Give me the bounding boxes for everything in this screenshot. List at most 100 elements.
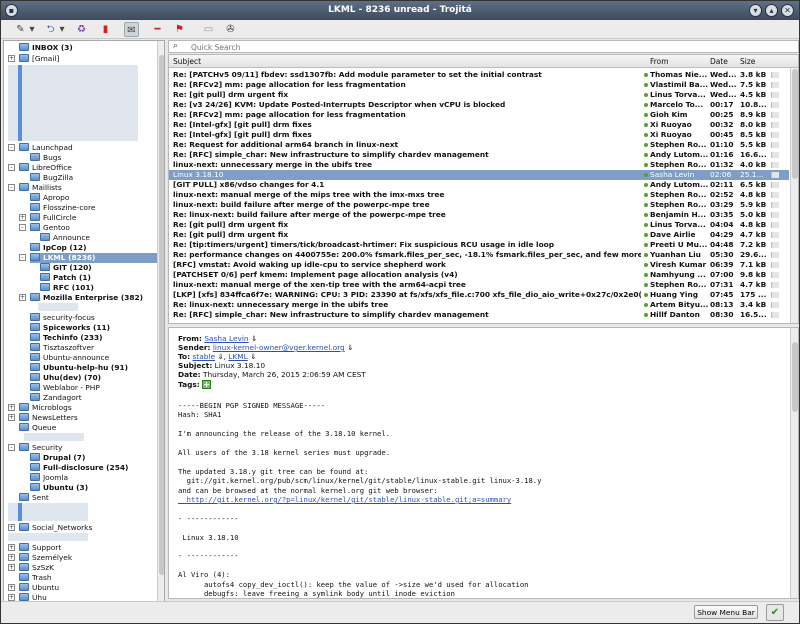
preview-scrollbar[interactable]: [790, 328, 798, 598]
trash-icon[interactable]: ♻: [74, 22, 89, 37]
expand-toggle[interactable]: +: [8, 584, 15, 591]
scrollbar-thumb[interactable]: [159, 55, 164, 575]
folder-item[interactable]: Weblabor - PHP: [30, 383, 157, 393]
folder-item[interactable]: Flosszine-core: [30, 203, 157, 213]
column-size[interactable]: Size: [740, 57, 755, 66]
expand-toggle[interactable]: +: [8, 564, 15, 571]
folder-item[interactable]: Queue: [19, 423, 157, 433]
message-row[interactable]: [RFC] vmstat: Avoid waking up idle-cpu t…: [169, 260, 789, 270]
expand-toggle[interactable]: +: [8, 55, 15, 62]
message-row[interactable]: Re: linux-next: unnecessary merge in the…: [169, 300, 789, 310]
folder-item[interactable]: Maillists: [19, 183, 157, 193]
flag-column-icon[interactable]: [771, 262, 779, 268]
folder-item[interactable]: Launchpad: [19, 143, 157, 153]
folder-item[interactable]: Tisztaszoftver: [30, 343, 157, 353]
flag-column-icon[interactable]: [771, 92, 779, 98]
folder-item[interactable]: [Gmail]: [19, 54, 157, 64]
flag-column-icon[interactable]: [771, 192, 779, 198]
folder-item[interactable]: Gentoo: [30, 223, 157, 233]
body-link[interactable]: http://git.kernel.org/?p=linux/kernel/gi…: [178, 495, 512, 504]
folder-item[interactable]: NewsLetters: [19, 413, 157, 423]
delete-icon[interactable]: ▮: [98, 22, 113, 37]
folder-item[interactable]: Trash: [19, 573, 157, 583]
message-row[interactable]: [GIT PULL] x86/vdso changes for 4.1 Andy …: [169, 180, 789, 190]
folder-item[interactable]: Techinfo (233): [30, 333, 157, 343]
message-row[interactable]: Re: [git pull] drm urgent fix Linus Torva…: [169, 90, 789, 100]
folder-item[interactable]: Ubuntu (3): [30, 483, 157, 493]
folder-item[interactable]: SzSzK: [19, 563, 157, 573]
message-row[interactable]: [PATCHSET 0/6] perf kmem: Implement page…: [169, 270, 789, 280]
column-subject[interactable]: Subject: [173, 57, 201, 66]
flag-column-icon[interactable]: [771, 102, 779, 108]
folder-item[interactable]: Ubuntu-announce: [30, 353, 157, 363]
expand-toggle[interactable]: -: [19, 224, 26, 231]
message-row[interactable]: linux-next: build failure after merge of…: [169, 200, 789, 210]
message-row[interactable]: Re: performance changes on 4400755e: 200…: [169, 250, 789, 260]
flag-column-icon[interactable]: [771, 182, 779, 188]
expand-toggle[interactable]: -: [19, 254, 26, 261]
message-row[interactable]: Re: [RFCv2] mm: page allocation for less…: [169, 80, 789, 90]
from-link[interactable]: Sasha Levin: [204, 334, 248, 343]
message-row[interactable]: linux-next: manual merge of the mips tre…: [169, 190, 789, 200]
flag-column-icon[interactable]: [771, 282, 779, 288]
expand-toggle[interactable]: +: [19, 214, 26, 221]
folder-item[interactable]: GIT (120): [40, 263, 157, 273]
show-menu-bar-button[interactable]: Show Menu Bar: [694, 605, 758, 619]
message-row[interactable]: Re: [git pull] drm urgent fix Linus Torva…: [169, 220, 789, 230]
folder-item[interactable]: Joomla: [30, 473, 157, 483]
sender-link[interactable]: linux-kernel-owner@vger.kernel.org: [213, 343, 345, 352]
message-row[interactable]: [LKP] [xfs] 834ffca6f7e: WARNING: CPU: 3…: [169, 290, 789, 300]
expand-toggle[interactable]: +: [8, 414, 15, 421]
flag-column-icon[interactable]: [771, 212, 779, 218]
folder-item[interactable]: Zandagort: [30, 393, 157, 403]
folder-item[interactable]: Személyek: [19, 553, 157, 563]
folder-item[interactable]: Apropo: [30, 193, 157, 203]
expand-toggle[interactable]: +: [8, 404, 15, 411]
flag-column-icon[interactable]: [771, 292, 779, 298]
scrollbar-thumb[interactable]: [792, 69, 798, 179]
network-status-icon[interactable]: ✔: [766, 604, 784, 621]
expand-toggle[interactable]: -: [8, 184, 15, 191]
message-row[interactable]: Re: [tip:timers/urgent] timers/tick/broa…: [169, 240, 789, 250]
folder-item[interactable]: Drupal (7): [30, 453, 157, 463]
folder-item[interactable]: LKML (8236): [30, 253, 157, 263]
to-link[interactable]: stable: [192, 352, 215, 361]
flag-column-icon[interactable]: [771, 72, 779, 78]
pencil-icon[interactable]: ✎: [13, 22, 28, 37]
flag-column-icon[interactable]: [771, 132, 779, 138]
message-row[interactable]: Re: [RFC] simple_char: New infrastructur…: [169, 150, 789, 160]
message-row[interactable]: Re: [RFCv2] mm: page allocation for less…: [169, 110, 789, 120]
folder-item[interactable]: FullCircle: [30, 213, 157, 223]
message-row[interactable]: Re: [v3 24/26] KVM: Update Posted-Interr…: [169, 100, 789, 110]
close-icon[interactable]: ✕: [781, 4, 794, 17]
message-row[interactable]: Re: [RFC] simple_char: New infrastructur…: [169, 310, 789, 320]
title-bar[interactable]: ▪ LKML - 8236 unread - Trojitá ▾ ▴ ✕: [1, 1, 799, 20]
folder-item[interactable]: RFC (101): [40, 283, 157, 293]
folder-item[interactable]: Patch (1): [40, 273, 157, 283]
message-row[interactable]: Re: [Intel-gfx] [git pull] drm fixes Xi R…: [169, 130, 789, 140]
message-row[interactable]: linux-next: manual merge of the xen-tip …: [169, 280, 789, 290]
expand-toggle[interactable]: -: [8, 444, 15, 451]
folder-item[interactable]: Security: [19, 443, 157, 453]
folder-scrollbar[interactable]: [157, 41, 164, 603]
expand-toggle[interactable]: +: [8, 544, 15, 551]
flag-column-icon[interactable]: [771, 162, 779, 168]
flag-column-icon[interactable]: [771, 252, 779, 258]
message-row[interactable]: linux-next: unnecessary merge in the ubi…: [169, 160, 789, 170]
flag-column-icon[interactable]: [771, 312, 779, 318]
folder-item[interactable]: IpCop (12): [30, 243, 157, 253]
search-input[interactable]: [191, 42, 491, 52]
maximize-icon[interactable]: ▴: [765, 4, 778, 17]
flag-column-icon[interactable]: [771, 142, 779, 148]
window-menu-icon[interactable]: ▪: [5, 4, 18, 17]
folder-item[interactable]: Ubuntu-help-hu (91): [30, 363, 157, 373]
flag-column-icon[interactable]: [771, 172, 779, 178]
folder-item[interactable]: Bugs: [30, 153, 157, 163]
flag-column-icon[interactable]: [771, 112, 779, 118]
folder-item[interactable]: BugZilla: [30, 173, 157, 183]
expand-toggle[interactable]: +: [8, 524, 15, 531]
wrench-icon[interactable]: ✇: [223, 22, 238, 37]
flag-column-icon[interactable]: [771, 202, 779, 208]
folder-item[interactable]: security-focus: [30, 313, 157, 323]
expand-toggle[interactable]: -: [8, 164, 15, 171]
